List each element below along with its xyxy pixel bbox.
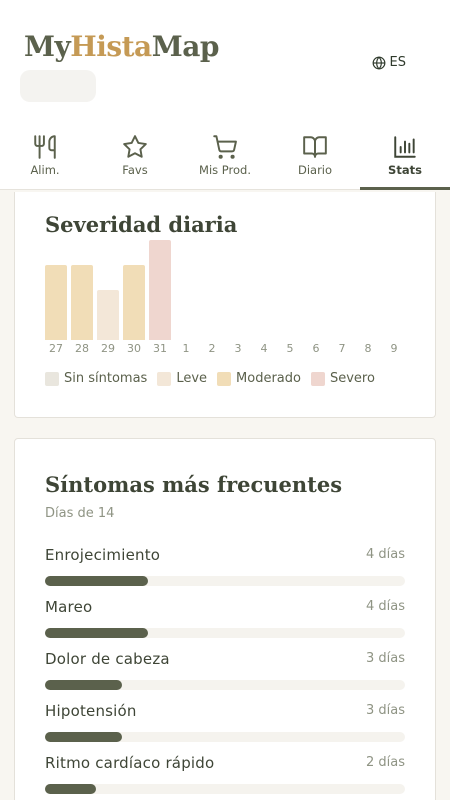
tab-favs[interactable]: Favs xyxy=(90,130,180,189)
symptom-name: Enrojecimiento xyxy=(45,546,161,564)
day-label: 31 xyxy=(153,342,167,355)
star-icon xyxy=(123,135,147,158)
logo-subtitle-placeholder xyxy=(20,70,96,102)
logo-part-hista: Hista xyxy=(70,30,152,63)
fork-knife-icon xyxy=(34,135,56,159)
legend-item: Moderado xyxy=(217,371,301,386)
tab-label: Mis Prod. xyxy=(199,163,251,177)
day-label: 1 xyxy=(182,342,190,355)
day-label: 29 xyxy=(101,342,115,355)
logo-part-map: Map xyxy=(151,30,220,63)
symptom-bar-track xyxy=(45,732,405,742)
severity-bar xyxy=(149,240,171,340)
symptoms-title: Síntomas más frecuentes xyxy=(45,472,343,497)
legend-label: Leve xyxy=(176,371,208,386)
day-label: 27 xyxy=(49,342,63,355)
severity-day-labels: 27 28 29 30 31 1 2 3 4 5 6 7 8 9 xyxy=(45,342,407,358)
tab-label: Favs xyxy=(122,163,148,177)
legend-label: Severo xyxy=(329,371,375,386)
legend-label: Moderado xyxy=(236,371,301,386)
book-icon xyxy=(303,136,327,158)
day-label: 3 xyxy=(234,342,242,355)
symptom-days: 3 días xyxy=(365,703,405,718)
day-label: 2 xyxy=(208,342,216,355)
day-label: 5 xyxy=(286,342,294,355)
symptom-bar-fill xyxy=(45,680,123,690)
tab-label: Alim. xyxy=(30,163,60,177)
severity-bar xyxy=(71,265,93,340)
symptom-days: 3 días xyxy=(365,651,405,666)
symptom-days: 2 días xyxy=(365,755,405,770)
symptom-name: Dolor de cabeza xyxy=(45,650,170,668)
severity-bar xyxy=(45,265,67,340)
symptom-bar-fill xyxy=(45,576,148,586)
severity-bar xyxy=(123,265,145,340)
language-label: ES xyxy=(389,55,406,70)
symptom-row: Mareo 4 días xyxy=(45,598,405,638)
logo-part-my: My xyxy=(24,30,71,63)
day-label: 7 xyxy=(338,342,346,355)
severity-bar xyxy=(97,290,119,340)
language-selector[interactable]: ES xyxy=(372,55,406,70)
day-label: 4 xyxy=(260,342,268,355)
legend-item: Sin síntomas xyxy=(45,371,147,386)
day-label: 30 xyxy=(127,342,141,355)
legend-swatch xyxy=(310,371,325,386)
symptom-bar-track xyxy=(45,680,405,690)
tab-label: Diario xyxy=(297,163,333,177)
legend-label: Sin síntomas xyxy=(64,371,148,386)
day-label: 9 xyxy=(390,342,398,355)
symptom-bar-track xyxy=(45,576,405,586)
tab-diario[interactable]: Diario xyxy=(270,130,360,189)
severity-card: Severidad diaria 27 28 29 30 31 1 2 3 4 5 6 7 8 9 Sin… xyxy=(14,192,436,418)
symptoms-subtitle: Días de 14 xyxy=(45,506,115,521)
tab-stats[interactable]: Stats xyxy=(360,130,450,190)
symptom-name: Mareo xyxy=(45,598,93,616)
symptom-bar-track xyxy=(45,784,405,794)
tab-alim[interactable]: Alim. xyxy=(0,130,90,189)
symptoms-card: Síntomas más frecuentes Días de 14 Enroj… xyxy=(14,438,436,800)
cart-icon xyxy=(213,135,237,159)
day-label: 28 xyxy=(75,342,89,355)
day-label: 8 xyxy=(364,342,372,355)
symptom-row: Enrojecimiento 4 días xyxy=(45,546,405,586)
symptom-row: Hipotensión 3 días xyxy=(45,702,405,742)
symptom-days: 4 días xyxy=(365,599,405,614)
symptom-row: Dolor de cabeza 3 días xyxy=(45,650,405,690)
tab-label: Stats xyxy=(388,163,422,177)
symptom-name: Hipotensión xyxy=(45,702,137,720)
severity-title: Severidad diaria xyxy=(45,212,238,237)
legend-swatch xyxy=(45,371,59,386)
symptom-row: Ritmo cardíaco rápido 2 días xyxy=(45,754,405,794)
symptom-bar-fill xyxy=(45,628,148,638)
legend-swatch xyxy=(157,371,172,386)
severity-chart xyxy=(45,240,407,340)
legend-item: Severo xyxy=(310,371,375,386)
app-header: MyHistaMap ES xyxy=(0,0,450,130)
globe-icon xyxy=(372,55,385,70)
symptom-name: Ritmo cardíaco rápido xyxy=(45,754,215,772)
symptom-bar-fill xyxy=(45,784,97,794)
severity-legend: Sin síntomas Leve Moderado Severo xyxy=(45,371,375,386)
tab-mis-prod[interactable]: Mis Prod. xyxy=(180,130,270,189)
symptom-bar-fill xyxy=(45,732,123,742)
tab-bar: Alim. Favs Mis Prod. Diario Stats xyxy=(0,130,450,190)
app-logo[interactable]: MyHistaMap xyxy=(24,30,219,63)
bar-chart-icon xyxy=(394,136,416,158)
day-label: 6 xyxy=(312,342,320,355)
symptom-bar-track xyxy=(45,628,405,638)
legend-swatch xyxy=(217,371,232,386)
symptom-days: 4 días xyxy=(365,547,405,562)
legend-item: Leve xyxy=(157,371,207,386)
